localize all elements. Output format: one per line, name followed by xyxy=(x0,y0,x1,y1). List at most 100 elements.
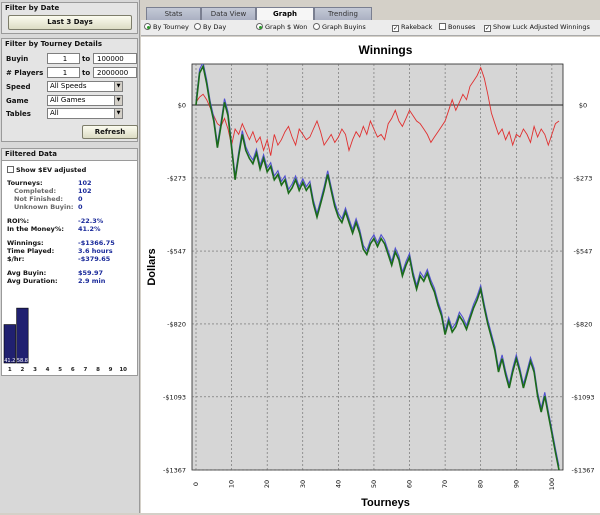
stat-label: Avg Buyin: xyxy=(7,269,47,277)
x-tick-label: 20 xyxy=(263,480,271,488)
luck-adjusted-label: Show Luck Adjusted Winnings xyxy=(493,23,590,31)
players-label: # Players xyxy=(6,69,44,77)
graph-buyins-radio[interactable]: Graph Buyins xyxy=(313,23,366,31)
x-tick-label: 80 xyxy=(477,480,485,488)
stat-value: 0 xyxy=(78,195,83,203)
checkmark-icon: ✓ xyxy=(392,25,399,32)
stat-value: 102 xyxy=(78,179,92,187)
stat-value: $59.97 xyxy=(78,269,104,277)
by-day-label: By Day xyxy=(203,23,227,31)
filtered-data-title: Filtered Data xyxy=(5,150,57,158)
mini-x-label: 2 xyxy=(20,367,24,373)
buyin-max-input[interactable]: 100000 xyxy=(93,53,137,64)
graph-won-label: Graph $ Won xyxy=(265,23,308,31)
buyin-min-input[interactable]: 1 xyxy=(47,53,80,64)
stat-value: 102 xyxy=(78,187,92,195)
y-tick-label-left: $0 xyxy=(178,102,186,110)
mini-bar-label: 41.2 xyxy=(4,358,15,364)
chevron-down-icon: ▼ xyxy=(114,109,122,118)
tab-data-view[interactable]: Data View xyxy=(201,7,256,20)
stat-label: Time Played: xyxy=(7,247,55,255)
stat-value: -$379.65 xyxy=(78,255,111,263)
tab-trending[interactable]: Trending xyxy=(314,7,372,20)
stat-value: -22.3% xyxy=(78,217,104,225)
mini-histogram: 41.2 58.8 1 2 3 4 5 6 7 8 9 10 xyxy=(3,307,127,373)
winnings-chart: Winnings Tourneys Dollars $0 $0 -$273 -$273 -$5… xyxy=(141,37,600,513)
game-label: Game xyxy=(6,97,29,105)
y-tick-label-left: -$820 xyxy=(167,320,186,328)
mini-x-label: 9 xyxy=(109,367,113,373)
bonuses-checkbox[interactable]: Bonuses xyxy=(439,23,475,31)
rakeback-label: Rakeback xyxy=(401,23,433,31)
filtered-data-panel: Filtered Data Show $EV adjusted Tourneys… xyxy=(1,148,138,376)
last-3-days-button[interactable]: Last 3 Days xyxy=(8,15,132,30)
stat-value: 41.2% xyxy=(78,225,101,233)
buyin-label: Buyin xyxy=(6,55,29,63)
show-ev-adjusted-label: Show $EV adjusted xyxy=(16,166,87,174)
refresh-button[interactable]: Refresh xyxy=(82,125,138,139)
x-tick-label: 10 xyxy=(228,480,236,488)
speed-label: Speed xyxy=(6,83,31,91)
y-tick-label-right: -$1367 xyxy=(571,467,594,475)
radio-icon xyxy=(313,23,320,30)
stat-value: -$1366.75 xyxy=(78,239,115,247)
x-tick-label: 90 xyxy=(512,480,520,488)
y-axis-label: Dollars xyxy=(146,248,158,285)
x-tick-label: 30 xyxy=(299,480,307,488)
stat-label: In the Money%: xyxy=(7,225,65,233)
stat-label: Unknown Buyin: xyxy=(14,203,74,211)
buyin-to-label: to xyxy=(82,55,91,63)
stat-label: $/hr: xyxy=(7,255,25,263)
radio-selected-icon xyxy=(144,23,151,30)
show-ev-adjusted-checkbox[interactable]: Show $EV adjusted xyxy=(7,166,86,174)
tab-stats[interactable]: Stats xyxy=(146,7,201,20)
tab-graph[interactable]: Graph xyxy=(256,7,314,20)
chevron-down-icon: ▼ xyxy=(114,96,122,105)
stat-label: Tourneys: xyxy=(7,179,43,187)
game-select[interactable]: All Games ▼ xyxy=(47,95,123,106)
speed-select[interactable]: All Speeds ▼ xyxy=(47,81,123,92)
players-max-input[interactable]: 2000000 xyxy=(93,67,137,78)
filter-by-date-panel: Filter by Date Last 3 Days xyxy=(1,2,138,34)
y-tick-label-right: -$273 xyxy=(574,174,593,182)
filtered-data-body: Show $EV adjusted Tourneys: 102 Completed:… xyxy=(2,160,137,375)
radio-icon xyxy=(194,23,201,30)
stat-value: 0 xyxy=(78,203,83,211)
y-tick-label-right: -$1093 xyxy=(571,393,594,401)
players-to-label: to xyxy=(82,69,91,77)
luck-adjusted-checkbox[interactable]: ✓ Show Luck Adjusted Winnings xyxy=(484,23,590,32)
x-tick-label: 50 xyxy=(370,480,378,488)
by-day-radio[interactable]: By Day xyxy=(194,23,226,31)
players-min-input[interactable]: 1 xyxy=(47,67,80,78)
rakeback-checkbox[interactable]: ✓ Rakeback xyxy=(392,23,432,32)
x-tick-label: 0 xyxy=(192,482,200,486)
x-tick-label: 40 xyxy=(334,480,342,488)
by-tourney-radio[interactable]: By Tourney xyxy=(144,23,189,31)
mini-x-label: 4 xyxy=(46,367,50,373)
mini-x-label: 8 xyxy=(96,367,100,373)
tables-select-value: All xyxy=(50,109,59,117)
graph-buyins-label: Graph Buyins xyxy=(322,23,366,31)
y-tick-label-left: -$1367 xyxy=(163,467,186,475)
tables-select[interactable]: All ▼ xyxy=(47,108,123,119)
y-tick-label-left: -$547 xyxy=(167,248,186,256)
game-select-value: All Games xyxy=(50,96,86,104)
filter-by-tourney-title: Filter by Tourney Details xyxy=(5,40,102,48)
mini-x-label: 7 xyxy=(83,367,87,373)
mini-x-label: 10 xyxy=(119,367,127,373)
checkbox-icon xyxy=(439,23,446,30)
stat-label: Completed: xyxy=(14,187,57,195)
winnings-chart-svg: Winnings Tourneys Dollars $0 $0 -$273 -$273 -$5… xyxy=(146,43,595,509)
x-axis-label: Tourneys xyxy=(361,497,410,509)
y-tick-label-right: -$820 xyxy=(574,320,593,328)
x-tick-label: 100 xyxy=(548,478,556,490)
mini-x-label: 1 xyxy=(8,367,12,373)
graph-won-radio[interactable]: Graph $ Won xyxy=(256,23,307,31)
y-tick-label-right: -$547 xyxy=(574,248,593,256)
stat-value: 2.9 min xyxy=(78,277,106,285)
mini-x-label: 3 xyxy=(33,367,37,373)
tab-bar: Stats Data View Graph Trending xyxy=(141,7,600,20)
mini-x-label: 5 xyxy=(58,367,62,373)
checkmark-icon: ✓ xyxy=(484,25,491,32)
tables-label: Tables xyxy=(6,110,31,118)
